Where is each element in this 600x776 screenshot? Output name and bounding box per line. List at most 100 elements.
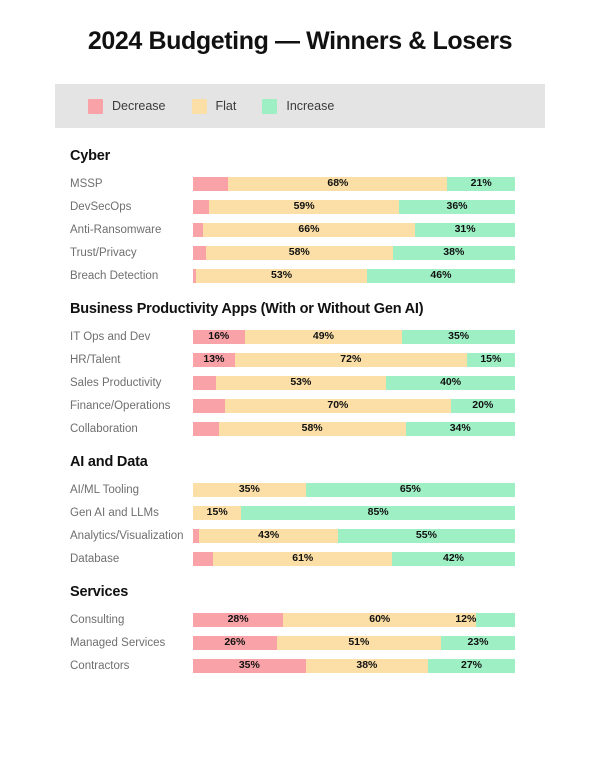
row-label: Trust/Privacy bbox=[70, 246, 137, 259]
stacked-bar: 15% 85% bbox=[193, 505, 515, 520]
stacked-bar: 5% 59% 36% bbox=[193, 199, 515, 214]
row-label: Analytics/Visualization bbox=[70, 529, 184, 542]
bar-segment-decrease: 5% bbox=[193, 199, 210, 214]
row-label: Anti-Ransomware bbox=[70, 223, 162, 236]
bar-segment-value: 34% bbox=[449, 422, 471, 435]
chart-row: Database 7% 61% 42% bbox=[0, 547, 600, 570]
legend-item-flat[interactable]: Flat bbox=[191, 98, 236, 114]
bar-segment-decrease: 3% bbox=[193, 222, 203, 237]
section-title: AI and Data bbox=[70, 454, 148, 470]
chart-row: DevSecOps 5% 59% 36% bbox=[0, 195, 600, 218]
bar-segment-flat: 58% bbox=[205, 245, 393, 260]
chart-row: Contractors 35% 38% 27% bbox=[0, 654, 600, 677]
bar-segment-value: 51% bbox=[348, 636, 370, 649]
bar-segment-value: 49% bbox=[312, 330, 334, 343]
page-title: 2024 Budgeting — Winners & Losers bbox=[87, 27, 513, 55]
bar-segment-decrease: 16% bbox=[193, 329, 245, 344]
bar-segment-increase: 38% bbox=[392, 245, 515, 260]
chart-page: 2024 Budgeting — Winners & Losers Decrea… bbox=[0, 0, 600, 776]
stacked-bar: 35% 65% bbox=[193, 482, 515, 497]
row-label: AI/ML Tooling bbox=[70, 483, 140, 496]
bar-segment-value: 85% bbox=[367, 506, 389, 519]
bar-segment-value: 38% bbox=[356, 659, 378, 672]
chart-row: Breach Detection1%53%46% bbox=[0, 264, 600, 287]
bar-segment-increase: 42% bbox=[392, 551, 515, 566]
bar-segment-decrease: 35% bbox=[193, 658, 306, 673]
bar-segment-increase: 55% bbox=[337, 528, 515, 543]
bar-segment-flat: 53% bbox=[215, 375, 387, 390]
bar-segment-value: 70% bbox=[327, 399, 349, 412]
stacked-bar: 35% 38% 27% bbox=[193, 658, 515, 673]
row-label: Contractors bbox=[70, 659, 130, 672]
stacked-bar: 8% 58% 34% bbox=[193, 421, 515, 436]
bar-segment-decrease: 26% bbox=[193, 635, 277, 650]
bar-segment-flat: 66% bbox=[202, 222, 416, 237]
bar-segment-increase: 65% bbox=[305, 482, 515, 497]
bar-segment-increase: 34% bbox=[405, 421, 515, 436]
legend-swatch-increase bbox=[262, 98, 278, 114]
bar-segment-value: 16% bbox=[208, 330, 230, 343]
stacked-bar: 4% 58% 38% bbox=[193, 245, 515, 260]
bar-segment-value: 35% bbox=[238, 483, 260, 496]
bar-segment-increase: 35% bbox=[402, 329, 515, 344]
chart-row: MSSP 11% 68% 21% bbox=[0, 172, 600, 195]
chart-row: Trust/Privacy 4% 58% 38% bbox=[0, 241, 600, 264]
bar-segment-value: 21% bbox=[470, 177, 492, 190]
bar-segment-increase: 36% bbox=[399, 199, 515, 214]
legend-item-decrease[interactable]: Decrease bbox=[88, 98, 166, 114]
stacked-bar: 7% 53% 40% bbox=[193, 375, 515, 390]
legend-label-increase: Increase bbox=[286, 99, 335, 113]
bar-segment-increase: 21% bbox=[447, 176, 515, 191]
bar-segment-value: 58% bbox=[288, 246, 310, 259]
row-label: Breach Detection bbox=[70, 269, 159, 282]
bar-segment-flat: 43% bbox=[199, 528, 338, 543]
bar-segment-increase: 20% bbox=[450, 398, 515, 413]
chart-row: Anti-Ransomware 3% 66% 31% bbox=[0, 218, 600, 241]
row-label: Gen AI and LLMs bbox=[70, 506, 159, 519]
stacked-bar: 26% 51% 23% bbox=[193, 635, 515, 650]
stacked-bar: 2%43%55% bbox=[193, 528, 515, 543]
bar-segment-value: 46% bbox=[430, 269, 452, 282]
bar-segment-flat: 38% bbox=[305, 658, 429, 673]
stacked-bar: 3% 66% 31% bbox=[193, 222, 515, 237]
bar-segment-flat: 61% bbox=[213, 551, 393, 566]
bar-segment-value: 15% bbox=[480, 353, 502, 366]
bar-segment-increase: 85% bbox=[241, 505, 515, 520]
legend-swatch-flat bbox=[191, 98, 207, 114]
bar-segment-flat: 68% bbox=[228, 176, 448, 191]
section-title: Cyber bbox=[70, 148, 111, 164]
bar-segment-value: 60% bbox=[369, 613, 391, 626]
chart-row: Collaboration 8% 58% 34% bbox=[0, 417, 600, 440]
bar-segment-decrease: 7% bbox=[193, 375, 216, 390]
bar-segment-value: 55% bbox=[415, 529, 437, 542]
bar-segment-decrease: 7% bbox=[193, 551, 214, 566]
bar-segment-value: 65% bbox=[399, 483, 421, 496]
legend-item-increase[interactable]: Increase bbox=[262, 98, 335, 114]
bar-segment-flat: 72% bbox=[234, 352, 467, 367]
bar-segment-value: 40% bbox=[440, 376, 462, 389]
chart-row: Finance/Operations 10% 70% 20% bbox=[0, 394, 600, 417]
bar-segment-value: 28% bbox=[227, 613, 249, 626]
stacked-bar: 1%53%46% bbox=[193, 268, 515, 283]
bar-segment-value: 68% bbox=[327, 177, 349, 190]
bar-segment-value: 53% bbox=[290, 376, 312, 389]
bar-segment-flat: 35% bbox=[193, 482, 306, 497]
bar-segment-value: 35% bbox=[448, 330, 470, 343]
bar-segment-value: 58% bbox=[301, 422, 323, 435]
row-label: Finance/Operations bbox=[70, 399, 171, 412]
bar-segment-value: 72% bbox=[340, 353, 362, 366]
stacked-bar: 10% 70% 20% bbox=[193, 398, 515, 413]
chart-row: Consulting 28% 60% 12% bbox=[0, 608, 600, 631]
bar-segment-flat: 53% bbox=[196, 268, 367, 283]
bar-segment-value: 53% bbox=[271, 269, 293, 282]
bar-segment-increase: 15% bbox=[466, 352, 515, 367]
chart-legend: Decrease Flat Increase bbox=[55, 84, 545, 128]
row-label: DevSecOps bbox=[70, 200, 132, 213]
section-title: Business Productivity Apps (With or With… bbox=[70, 301, 424, 317]
stacked-bar: 28% 60% 12% bbox=[193, 612, 515, 627]
legend-label-decrease: Decrease bbox=[112, 99, 166, 113]
bar-segment-flat: 59% bbox=[209, 199, 400, 214]
bar-segment-flat: 60% bbox=[283, 612, 477, 627]
bar-segment-increase: 12% bbox=[455, 612, 515, 627]
stacked-bar: 16% 49% 35% bbox=[193, 329, 515, 344]
